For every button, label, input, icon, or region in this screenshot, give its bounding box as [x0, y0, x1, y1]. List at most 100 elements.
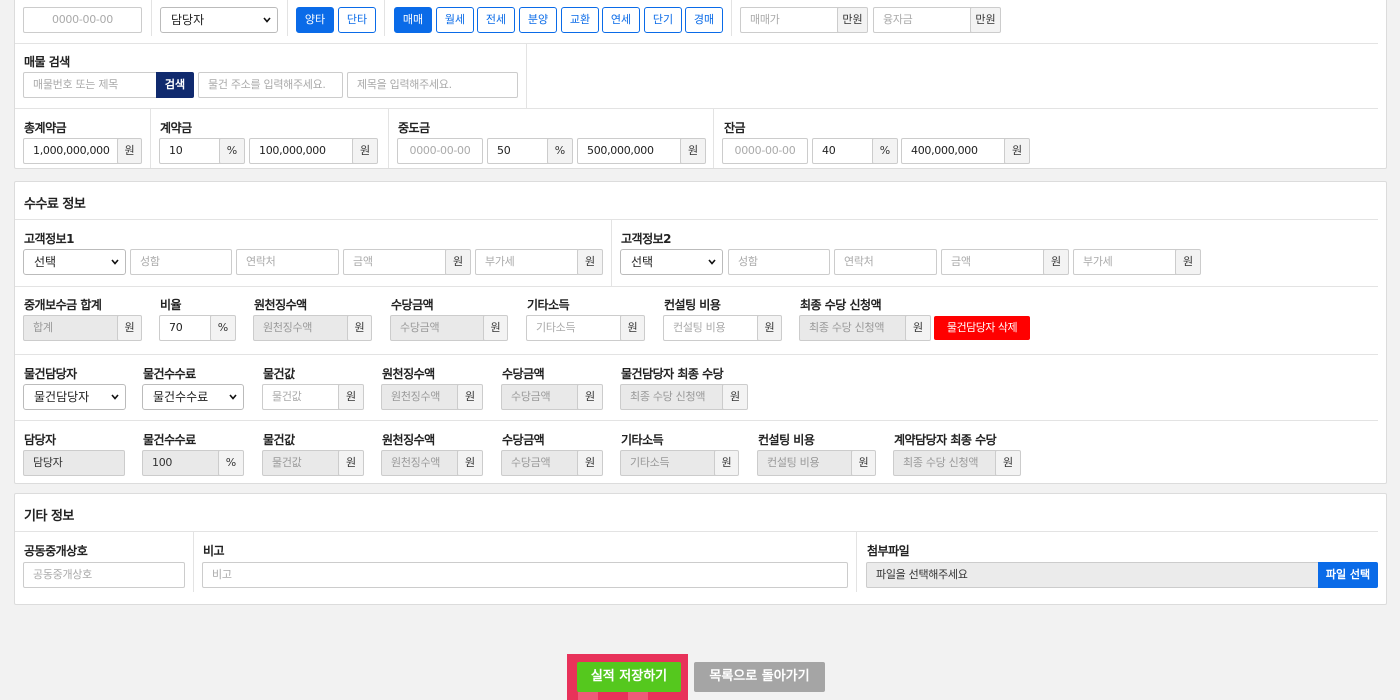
property-agent-select-value: 물건담당자 — [34, 390, 90, 404]
sale-price-input[interactable]: 매매가 — [740, 7, 840, 33]
contract-consulting-input[interactable]: 컨설팅 비용 — [757, 450, 855, 476]
withholding-unit: 원 — [347, 315, 372, 341]
loan-input[interactable]: 융자금 — [873, 7, 973, 33]
deal-type-button[interactable]: 교환 — [561, 7, 599, 33]
middle-unit: 원 — [680, 138, 706, 164]
customer2-amount-input[interactable]: 금액 — [941, 249, 1046, 275]
customer1-amount-input[interactable]: 금액 — [343, 249, 447, 275]
deposit-pct-input[interactable]: 10 — [159, 138, 222, 164]
contract-fee-unit: % — [218, 450, 244, 476]
search-button[interactable]: 검색 — [156, 72, 194, 98]
contract-agent-input[interactable]: 담당자 — [23, 450, 125, 476]
delete-property-agent-button[interactable]: 물건담당자 삭제 — [934, 316, 1030, 340]
customer1-amount-unit: 원 — [445, 249, 471, 275]
property-final-input[interactable]: 최종 수당 신청액 — [620, 384, 726, 410]
contract-final-label: 계약담당자 최종 수당 — [894, 433, 997, 447]
note-input[interactable]: 비고 — [202, 562, 848, 588]
final-request-input[interactable]: 최종 수당 신청액 — [799, 315, 909, 341]
customer1-vat-unit: 원 — [577, 249, 603, 275]
chevron-down-icon — [263, 17, 271, 23]
property-allowance-input[interactable]: 수당금액 — [501, 384, 581, 410]
middle-pct-unit: % — [547, 138, 573, 164]
property-fee-select[interactable]: 물건수수료 — [142, 384, 244, 410]
brokerage-total-input[interactable]: 합계 — [23, 315, 121, 341]
attachment-input[interactable]: 파일을 선택해주세요 — [866, 562, 1320, 588]
total-deposit-input[interactable]: 1,000,000,000 — [23, 138, 121, 164]
customer2-vat-input[interactable]: 부가세 — [1073, 249, 1178, 275]
property-final-unit: 원 — [722, 384, 748, 410]
contract-value-input[interactable]: 물건값 — [262, 450, 342, 476]
divider — [856, 532, 857, 592]
other-income-unit: 원 — [620, 315, 645, 341]
back-to-list-button[interactable]: 목록으로 돌아가기 — [694, 662, 825, 692]
deposit-pct-unit: % — [219, 138, 245, 164]
final-request-unit: 원 — [905, 315, 931, 341]
balance-value-input[interactable]: 400,000,000 — [901, 138, 1007, 164]
divider — [287, 0, 288, 36]
customer2-amount-unit: 원 — [1043, 249, 1069, 275]
customer2-select[interactable]: 선택 — [620, 249, 723, 275]
customer1-name-input[interactable]: 성함 — [130, 249, 232, 275]
contract-fee-input[interactable]: 100 — [142, 450, 222, 476]
allowance-input[interactable]: 수당금액 — [390, 315, 488, 341]
side-toggle-button[interactable]: 단타 — [338, 7, 376, 33]
deal-type-button[interactable]: 경매 — [685, 7, 723, 33]
customer2-contact-input[interactable]: 연락처 — [834, 249, 937, 275]
ratio-label: 비율 — [160, 298, 182, 312]
middle-value-input[interactable]: 500,000,000 — [577, 138, 683, 164]
deal-type-button[interactable]: 연세 — [602, 7, 640, 33]
contract-date-input[interactable]: 0000-00-00 — [23, 7, 142, 33]
brokerage-total-label: 중개보수금 합계 — [24, 298, 102, 312]
customer1-vat-input[interactable]: 부가세 — [475, 249, 579, 275]
consulting-input[interactable]: 컨설팅 비용 — [663, 315, 761, 341]
contract-consulting-label: 컨설팅 비용 — [758, 433, 815, 447]
joint-broker-input[interactable]: 공동중개상호 — [23, 562, 185, 588]
address-input[interactable]: 물건 주소를 입력해주세요. — [198, 72, 343, 98]
divider — [713, 109, 714, 168]
deal-type-button[interactable]: 전세 — [477, 7, 515, 33]
withholding-label: 원천징수액 — [254, 298, 307, 312]
deal-type-button[interactable]: 월세 — [436, 7, 474, 33]
customer1-contact-input[interactable]: 연락처 — [236, 249, 339, 275]
customer2-name-input[interactable]: 성함 — [728, 249, 830, 275]
deal-type-button[interactable]: 매매 — [394, 7, 432, 33]
withholding-input[interactable]: 원천징수액 — [253, 315, 351, 341]
other-income-input[interactable]: 기타소득 — [526, 315, 624, 341]
divider — [15, 108, 1378, 109]
deposit-value-input[interactable]: 100,000,000 — [249, 138, 355, 164]
deal-type-button[interactable]: 단기 — [644, 7, 682, 33]
middle-date-input[interactable]: 0000-00-00 — [397, 138, 483, 164]
file-select-button[interactable]: 파일 선택 — [1318, 562, 1378, 588]
chevron-down-icon — [708, 259, 716, 265]
customer2-label: 고객정보2 — [621, 232, 672, 246]
middle-payment-label: 중도금 — [398, 121, 430, 135]
middle-pct-input[interactable]: 50 — [487, 138, 550, 164]
divider — [15, 286, 1378, 287]
contract-other-input[interactable]: 기타소득 — [620, 450, 718, 476]
property-final-label: 물건담당자 최종 수당 — [621, 367, 724, 381]
title-input[interactable]: 제목을 입력해주세요. — [347, 72, 518, 98]
deal-type-button[interactable]: 분양 — [519, 7, 557, 33]
ratio-unit: % — [210, 315, 236, 341]
contract-value-label: 물건값 — [263, 433, 295, 447]
property-withholding-input[interactable]: 원천징수액 — [381, 384, 461, 410]
divider — [15, 420, 1378, 421]
contract-withholding-input[interactable]: 원천징수액 — [381, 450, 461, 476]
side-toggle-button[interactable]: 양타 — [296, 7, 334, 33]
chevron-down-icon — [229, 394, 237, 400]
ratio-input[interactable]: 70 — [159, 315, 214, 341]
divider — [15, 219, 1378, 220]
attachment-label: 첨부파일 — [867, 544, 910, 558]
contract-final-input[interactable]: 최종 수당 신청액 — [893, 450, 999, 476]
contract-allowance-input[interactable]: 수당금액 — [501, 450, 581, 476]
customer2-select-value: 선택 — [631, 255, 654, 269]
property-value-input[interactable]: 물건값 — [262, 384, 342, 410]
customer1-select[interactable]: 선택 — [23, 249, 126, 275]
final-request-label: 최종 수당 신청액 — [800, 298, 882, 312]
property-agent-select[interactable]: 물건담당자 — [23, 384, 126, 410]
balance-pct-input[interactable]: 40 — [812, 138, 875, 164]
save-performance-button[interactable]: 실적 저장하기 — [577, 662, 681, 692]
balance-date-input[interactable]: 0000-00-00 — [722, 138, 808, 164]
listing-number-input[interactable]: 매물번호 또는 제목 — [23, 72, 159, 98]
manager-select[interactable]: 담당자 — [160, 7, 278, 33]
